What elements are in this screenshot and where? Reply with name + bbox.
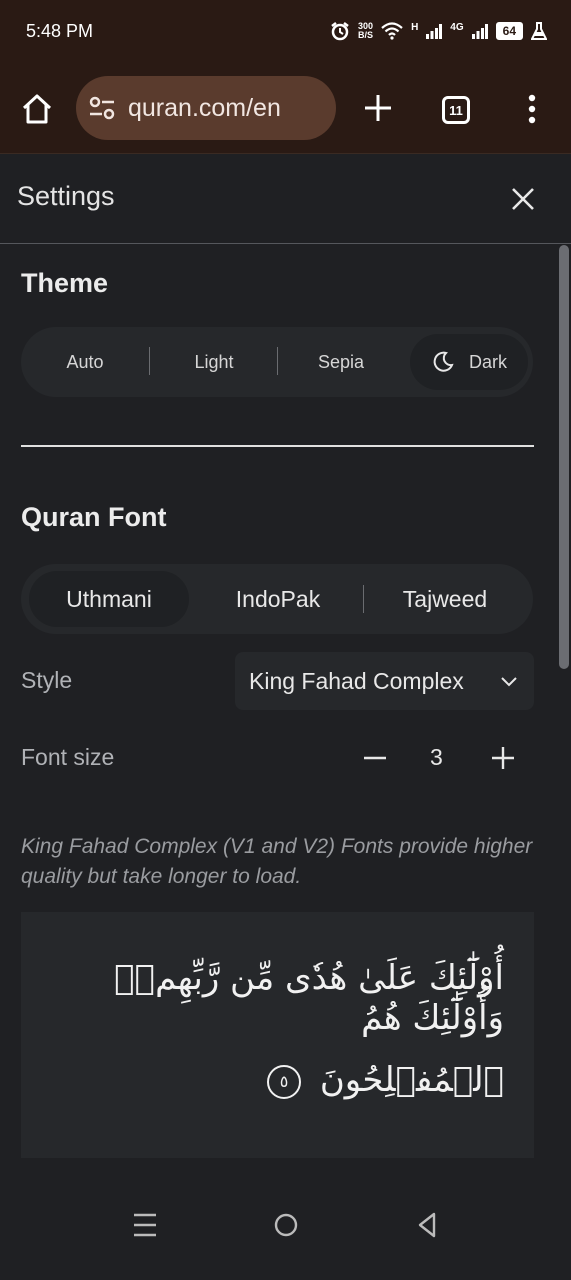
status-bar: 5:48 PM 300 B/S H 4G 64	[0, 0, 571, 62]
theme-option-label: Sepia	[317, 351, 365, 372]
separator	[363, 585, 364, 613]
theme-option-auto[interactable]: Auto	[21, 327, 149, 397]
font-size-value: 3	[430, 744, 443, 770]
system-navbar	[0, 1180, 571, 1280]
scrollbar-thumb[interactable]	[559, 245, 569, 669]
url-text[interactable]: quran.com/en	[128, 94, 281, 123]
theme-option-label: Auto	[66, 351, 104, 372]
style-label: Style	[21, 667, 73, 693]
close-icon[interactable]	[510, 186, 536, 212]
quran-font-selector: Uthmani IndoPak Tajweed	[21, 564, 533, 634]
theme-option-label: Dark	[468, 351, 507, 372]
back-nav-icon[interactable]	[412, 1210, 442, 1240]
plus-icon[interactable]	[490, 745, 516, 771]
chevron-down-icon	[501, 677, 517, 687]
minus-icon[interactable]	[362, 745, 388, 771]
network-speed: 300 B/S	[358, 22, 373, 40]
signal-label-4g: 4G	[450, 21, 464, 33]
font-size-label: Font size	[21, 744, 115, 770]
tab-switcher-button[interactable]: 11	[442, 96, 470, 124]
theme-option-light[interactable]: Light	[151, 327, 277, 397]
preview-text-line-2: ٱلۡمُفۡلِحُونَ ٥	[34, 1060, 504, 1100]
font-note: King Fahad Complex (V1 and V2) Fonts pro…	[21, 835, 533, 888]
plus-icon[interactable]	[362, 92, 394, 124]
theme-option-sepia[interactable]: Sepia	[279, 327, 403, 397]
font-option-label: Tajweed	[402, 585, 488, 612]
theme-option-label: Light	[194, 351, 234, 372]
style-select-value: King Fahad Complex	[249, 667, 464, 694]
status-time: 5:48 PM	[26, 20, 94, 41]
preview-text-line: ٱلۡمُفۡلِحُونَ	[319, 1060, 504, 1100]
browser-toolbar: quran.com/en 11	[0, 62, 571, 154]
signal-icon	[471, 24, 488, 39]
section-divider	[21, 445, 534, 447]
signal-label-h: H	[411, 21, 419, 33]
theme-section-title: Theme	[21, 268, 109, 298]
font-option-tajweed[interactable]: Tajweed	[365, 564, 525, 634]
font-option-label: Uthmani	[66, 585, 152, 612]
font-preview: أُوْلَٰٓئِكَ عَلَىٰ هُدٗى مِّن رَّبِّهِم…	[21, 912, 534, 1158]
wifi-icon	[381, 22, 403, 40]
quran-font-section-title: Quran Font	[21, 502, 167, 532]
url-bar[interactable]: quran.com/en	[76, 76, 336, 140]
separator	[277, 347, 278, 375]
theme-selector: Auto Light Sepia Dark	[21, 327, 533, 397]
tune-icon[interactable]	[88, 94, 116, 122]
style-select[interactable]: King Fahad Complex	[235, 652, 534, 710]
font-option-uthmani[interactable]: Uthmani	[29, 571, 189, 627]
home-nav-icon[interactable]	[271, 1210, 301, 1240]
recent-apps-icon[interactable]	[130, 1210, 160, 1240]
lab-flask-icon	[531, 22, 547, 40]
more-vert-icon[interactable]	[524, 94, 540, 124]
preview-text-line: أُوْلَٰٓئِكَ عَلَىٰ هُدٗى مِّن رَّبِّهِم…	[114, 958, 504, 1038]
settings-header: Settings	[0, 154, 571, 244]
status-icons: 300 B/S H 4G 64	[330, 21, 547, 41]
signal-icon	[426, 24, 443, 39]
home-icon[interactable]	[20, 92, 54, 126]
moon-icon	[433, 351, 454, 372]
network-speed-unit: B/S	[358, 30, 374, 40]
theme-option-dark[interactable]: Dark	[410, 334, 528, 390]
ayah-number-marker: ٥	[267, 1064, 302, 1099]
page-title: Settings	[17, 181, 115, 211]
font-option-label: IndoPak	[235, 585, 321, 612]
battery-indicator: 64	[495, 22, 523, 40]
alarm-icon	[331, 22, 349, 41]
font-option-indopak[interactable]: IndoPak	[193, 564, 363, 634]
separator	[149, 347, 150, 375]
